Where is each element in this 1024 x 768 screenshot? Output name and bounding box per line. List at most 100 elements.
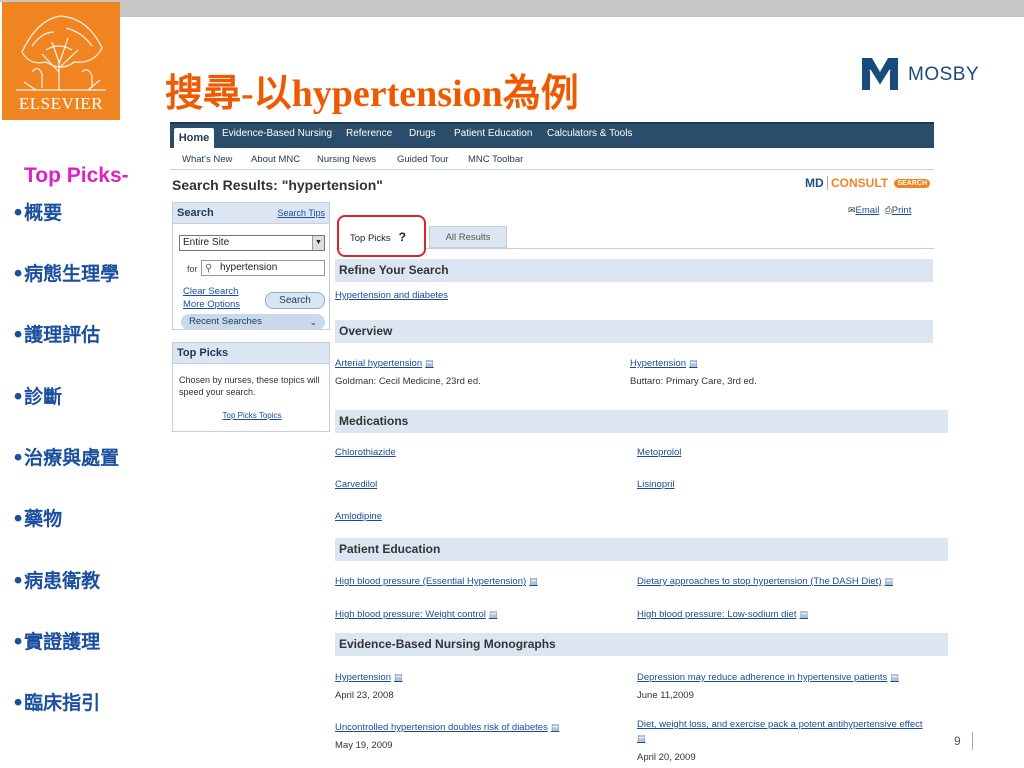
medication-link[interactable]: Lisinopril (637, 479, 675, 490)
mdconsult-logo[interactable]: MD CONSULT SEARCH (805, 176, 931, 190)
monograph-date: April 23, 2008 (335, 690, 394, 701)
brand-search-badge: SEARCH (894, 179, 931, 189)
tab-reference[interactable]: Reference (346, 128, 392, 139)
search-scope-value: Entire Site (183, 237, 230, 248)
tab-drugs[interactable]: Drugs (409, 128, 436, 139)
monograph-link[interactable]: Diet, weight loss, and exercise pack a p… (637, 719, 923, 730)
top-picks-panel-header: Top Picks (173, 343, 329, 364)
tab-evidence-based-nursing[interactable]: Evidence-Based Nursing (222, 128, 332, 139)
mosby-logo: MOSBY (860, 56, 990, 94)
top-picks-description: Chosen by nurses, these topics will spee… (179, 375, 320, 397)
refine-link[interactable]: Hypertension and diabetes (335, 290, 448, 301)
elsevier-logo: ELSEVIER (2, 2, 120, 120)
search-input[interactable]: ⚲ hypertension (201, 260, 325, 276)
for-label: for (187, 264, 198, 274)
subnav-whats-new[interactable]: What's New (182, 154, 232, 165)
monograph-link[interactable]: Hypertension ▤ (335, 672, 403, 683)
tab-home[interactable]: Home (174, 128, 214, 148)
sub-nav: What's New About MNC Nursing News Guided… (170, 148, 934, 170)
chevron-down-icon: ⌄ (309, 317, 317, 327)
main-nav: Home Evidence-Based Nursing Reference Dr… (170, 122, 934, 148)
mosby-label: MOSBY (908, 64, 980, 85)
results-title: Search Results: "hypertension" (172, 177, 383, 193)
brand-md: MD (805, 176, 824, 190)
recent-searches-label: Recent Searches (189, 316, 262, 327)
patient-education-link-text: High blood pressure: Weight control (335, 609, 486, 620)
monograph-link[interactable]: Depression may reduce adherence in hyper… (637, 672, 899, 683)
patient-education-link-text: Dietary approaches to stop hypertension … (637, 576, 882, 587)
tab-calculators-tools[interactable]: Calculators & Tools (547, 128, 632, 139)
bullet-item: •護理評估 (12, 324, 101, 346)
medication-link[interactable]: Carvedilol (335, 479, 377, 490)
overview-section-header: Overview (335, 320, 933, 343)
monograph-date: April 20, 2009 (637, 752, 696, 763)
top-bar (120, 0, 1024, 17)
monograph-link-text: Diet, weight loss, and exercise pack a p… (637, 719, 923, 730)
page-number-divider (972, 732, 973, 750)
monograph-link-text: Depression may reduce adherence in hyper… (637, 672, 888, 683)
print-link[interactable]: Print (892, 205, 912, 216)
search-scope-select[interactable]: Entire Site ▼ (179, 235, 325, 251)
overview-link[interactable]: Arterial hypertension ▤ (335, 358, 434, 369)
bullet-item: •臨床指引 (12, 692, 101, 714)
document-icon: ▤ (890, 672, 899, 682)
subnav-nursing-news[interactable]: Nursing News (317, 154, 376, 165)
subnav-guided-tour[interactable]: Guided Tour (397, 154, 449, 165)
medication-link[interactable]: Amlodipine (335, 511, 382, 522)
overview-source: Goldman: Cecil Medicine, 23rd ed. (335, 376, 481, 387)
patient-education-link[interactable]: High blood pressure: Low-sodium diet ▤ (637, 609, 808, 620)
overview-source: Buttaro: Primary Care, 3rd ed. (630, 376, 757, 387)
overview-link-text: Hypertension (630, 358, 686, 369)
medications-section-header: Medications (335, 410, 948, 433)
search-input-value: hypertension (220, 262, 278, 273)
elsevier-label: ELSEVIER (18, 94, 104, 113)
more-options-link[interactable]: More Options (183, 299, 240, 310)
recent-searches-dropdown[interactable]: Recent Searches ⌄ (181, 314, 325, 330)
subnav-about-mnc[interactable]: About MNC (251, 154, 300, 165)
monograph-doc-link[interactable]: ▤ (637, 733, 646, 744)
top-picks-panel-heading: Top Picks (177, 347, 229, 359)
patient-education-link-text: High blood pressure: Low-sodium diet (637, 609, 797, 620)
bullet-item: •概要 (12, 202, 63, 224)
patient-education-link-text: High blood pressure (Essential Hypertens… (335, 576, 527, 587)
overview-link[interactable]: Hypertension ▤ (630, 358, 698, 369)
patient-education-link[interactable]: High blood pressure: Weight control ▤ (335, 609, 497, 620)
email-print-links: ✉Email ⎙Print (848, 205, 911, 216)
document-icon: ▤ (688, 358, 698, 368)
patient-education-section-header: Patient Education (335, 538, 948, 561)
medication-link[interactable]: Metoprolol (637, 447, 681, 458)
monograph-link-text: Hypertension (335, 672, 391, 683)
email-icon: ✉ (848, 205, 856, 215)
bullet-item: •病患衛教 (12, 570, 101, 592)
subnav-mnc-toolbar[interactable]: MNC Toolbar (468, 154, 523, 165)
monograph-link[interactable]: Uncontrolled hypertension doubles risk o… (335, 722, 559, 733)
slide-title: 搜尋-以hypertension為例 (165, 73, 579, 115)
tab-patient-education[interactable]: Patient Education (454, 128, 532, 139)
overview-link-text: Arterial hypertension (335, 358, 423, 369)
bullet-item: •治療與處置 (12, 447, 120, 469)
bullet-item: •診斷 (12, 386, 63, 408)
search-button[interactable]: Search (265, 292, 325, 309)
medication-link[interactable]: Chlorothiazide (335, 447, 396, 458)
clear-search-link[interactable]: Clear Search (183, 286, 238, 297)
chevron-down-icon[interactable]: ▼ (312, 236, 324, 250)
bullets-heading: Top Picks- (24, 164, 129, 187)
page-number: 9 (954, 734, 961, 748)
search-panel-heading: Search (177, 207, 214, 219)
mnc-screenshot: Home Evidence-Based Nursing Reference Dr… (170, 122, 950, 768)
tab-all-results[interactable]: All Results (429, 226, 507, 248)
document-icon: ▤ (884, 576, 893, 586)
document-icon: ▤ (550, 722, 560, 732)
printer-icon: ⎙ (884, 205, 892, 215)
brand-consult: CONSULT (827, 176, 889, 190)
monograph-date: May 19, 2009 (335, 740, 393, 751)
top-picks-topics-link[interactable]: Top Picks Topics (173, 411, 331, 420)
email-link[interactable]: Email (856, 205, 880, 216)
patient-education-link[interactable]: High blood pressure (Essential Hypertens… (335, 576, 538, 587)
patient-education-link[interactable]: Dietary approaches to stop hypertension … (637, 576, 893, 587)
search-tips-link[interactable]: Search Tips (277, 208, 325, 218)
bullet-item: •藥物 (12, 508, 63, 530)
document-icon: ▤ (393, 672, 403, 682)
mosby-m-icon (862, 58, 898, 90)
refine-section-header: Refine Your Search (335, 259, 933, 282)
